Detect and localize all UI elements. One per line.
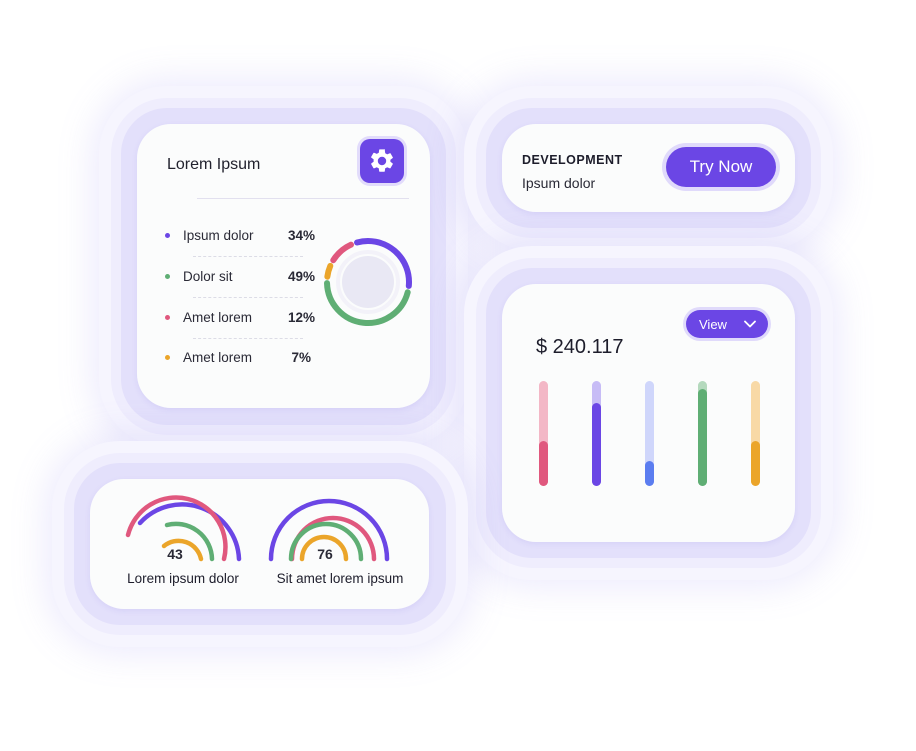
donut-segment: [324, 262, 334, 280]
legend-divider: [193, 338, 303, 339]
legend-percent: 49%: [287, 269, 315, 284]
legend-dot: [165, 274, 170, 279]
view-dropdown[interactable]: View: [686, 310, 768, 338]
view-dropdown-label: View: [699, 317, 727, 332]
donut-center: [342, 256, 394, 308]
gauge-label: Sit amet lorem ipsum: [276, 571, 404, 586]
title-divider: [197, 198, 409, 199]
legend-label: Dolor sit: [183, 269, 233, 284]
bar-fill: [592, 403, 601, 486]
legend-dot: [165, 233, 170, 238]
legend-percent: 34%: [287, 228, 315, 243]
legend-divider: [193, 256, 303, 257]
legend-percent: 7%: [291, 350, 311, 365]
bar-fill: [751, 441, 760, 486]
gauge-value: 76: [317, 546, 333, 562]
gauges-card: 43 Lorem ipsum dolor 76 Sit amet lorem i…: [90, 479, 429, 609]
settings-button[interactable]: [360, 139, 404, 183]
legend-dot: [165, 355, 170, 360]
legend-percent: 12%: [287, 310, 315, 325]
bar-fill: [645, 461, 654, 486]
donut-chart: [324, 238, 412, 326]
legend-label: Amet lorem: [183, 310, 253, 325]
bar-fill: [698, 389, 707, 486]
balance-amount: $ 240.117: [536, 336, 624, 358]
try-now-button[interactable]: Try Now: [666, 147, 776, 187]
legend-item: Amet lorem 7%: [165, 348, 315, 368]
stats-card-title: Lorem Ipsum: [167, 156, 261, 173]
promo-card: DEVELOPMENT Ipsum dolor Try Now: [502, 124, 795, 212]
stats-card: Lorem Ipsum Ipsum dolor 34% Dolor sit 49…: [137, 124, 430, 408]
legend-divider: [193, 297, 303, 298]
balance-card: View $ 240.117: [502, 284, 795, 542]
gear-icon: [371, 149, 393, 172]
legend-item: Dolor sit 49%: [165, 267, 315, 287]
legend-item: Amet lorem 12%: [165, 308, 315, 328]
legend-dot: [165, 315, 170, 320]
legend-label: Ipsum dolor: [183, 228, 254, 243]
promo-subtitle: Ipsum dolor: [522, 175, 596, 191]
promo-title: DEVELOPMENT: [522, 153, 623, 167]
legend-label: Amet lorem: [183, 350, 253, 365]
legend-item: Ipsum dolor 34%: [165, 226, 315, 246]
gauge-label: Lorem ipsum dolor: [127, 571, 239, 586]
chevron-down-icon: [744, 320, 756, 328]
gauge-value: 43: [167, 546, 183, 562]
bar-fill: [539, 441, 548, 486]
